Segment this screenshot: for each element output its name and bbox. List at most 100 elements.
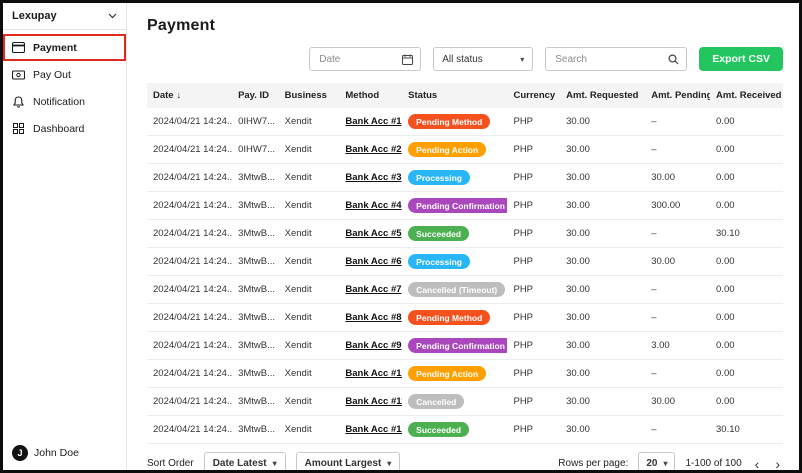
amt-received-cell: 0.00 — [710, 275, 783, 304]
filter-bar: All status ▾ Export CSV — [147, 47, 783, 71]
pagination-range: 1-100 of 100 — [685, 458, 742, 469]
sort-date-select[interactable]: Date Latest ▾ — [203, 452, 286, 470]
method-link[interactable]: Bank Acc #1 — [345, 116, 401, 127]
currency-cell: PHP — [507, 275, 561, 304]
amt-requested-cell: 30.00 — [560, 163, 646, 192]
amt-received-cell: 0.00 — [710, 108, 783, 136]
date-input[interactable] — [317, 52, 397, 66]
method-link[interactable]: Bank Acc #9 — [345, 340, 401, 351]
method-cell: Bank Acc #7 — [339, 275, 403, 304]
status-cell: Processing — [402, 163, 508, 192]
currency-cell: PHP — [507, 415, 561, 444]
sidebar-item-label: Notification — [33, 95, 85, 108]
table-row: 2024/04/21 14:24... 3MtwB... Xendit Bank Ac… — [147, 247, 783, 276]
column-header-method: Method — [339, 83, 403, 108]
method-cell: Bank Acc #2 — [339, 135, 403, 164]
table-row: 2024/04/21 14:24... 3MtwB... Xendit Bank Ac… — [147, 331, 783, 360]
method-link[interactable]: Bank Acc #10 — [345, 368, 402, 379]
sort-amount-select[interactable]: Amount Largest ▾ — [295, 452, 401, 470]
search-icon[interactable] — [668, 53, 679, 65]
business-cell: Xendit — [278, 247, 340, 276]
date-cell: 2024/04/21 14:24... — [147, 191, 233, 220]
column-header-date[interactable]: Date ↓ — [147, 83, 233, 108]
method-link[interactable]: Bank Acc #2 — [345, 144, 401, 155]
method-link[interactable]: Bank Acc #12 — [345, 424, 402, 435]
table-header-row: Date ↓ Pay. ID Business Method Status Cur… — [147, 83, 783, 108]
calendar-icon[interactable] — [402, 54, 414, 65]
table-row: 2024/04/21 14:24... 3MtwB... Xendit Bank Ac… — [147, 219, 783, 248]
column-header-status: Status — [402, 83, 508, 108]
pay-id-cell: 3MtwB... — [232, 191, 279, 220]
amt-pending-cell: – — [645, 303, 711, 332]
status-cell: Cancelled — [402, 387, 508, 416]
pay-id-cell: 3MtwB... — [232, 415, 279, 444]
date-cell: 2024/04/21 14:24... — [147, 331, 233, 360]
status-cell: Pending Action — [402, 359, 508, 388]
currency-cell: PHP — [507, 135, 561, 164]
amt-pending-cell: 300.00 — [645, 191, 711, 220]
sidebar-item-label: Pay Out — [33, 68, 71, 81]
currency-cell: PHP — [507, 191, 561, 220]
main-content: Payment All status ▾ Export CSV — [127, 3, 799, 470]
business-cell: Xendit — [278, 219, 340, 248]
date-filter[interactable] — [309, 47, 422, 71]
caret-down-icon: ▾ — [272, 459, 277, 468]
amt-received-cell: 0.00 — [710, 191, 783, 220]
status-badge: Cancelled (Timeout) — [408, 282, 506, 297]
org-switcher[interactable]: Lexupay — [3, 3, 126, 30]
currency-cell: PHP — [507, 331, 561, 360]
method-link[interactable]: Bank Acc #6 — [345, 256, 401, 267]
amt-received-cell: 0.00 — [710, 163, 783, 192]
rows-per-page-select[interactable]: 20 ▾ — [638, 452, 676, 470]
sidebar-item-pay-out[interactable]: Pay Out — [3, 61, 126, 88]
date-cell: 2024/04/21 14:24... — [147, 359, 233, 388]
previous-page-button[interactable]: ‹ — [752, 457, 763, 471]
credit-card-icon — [12, 41, 25, 54]
status-filter-select[interactable]: All status ▾ — [433, 47, 534, 71]
status-cell: Cancelled (Timeout) — [402, 275, 508, 304]
table-footer: Sort Order Date Latest ▾ Amount Largest … — [147, 444, 783, 471]
method-cell: Bank Acc #3 — [339, 163, 403, 192]
column-header-amt-pending: Amt. Pending — [645, 83, 711, 108]
org-name: Lexupay — [12, 10, 57, 22]
pay-id-cell: 3MtwB... — [232, 331, 279, 360]
amt-requested-cell: 30.00 — [560, 359, 646, 388]
status-badge: Succeeded — [408, 422, 470, 437]
user-profile[interactable]: J John Doe — [3, 436, 126, 470]
amt-received-cell: 0.00 — [710, 247, 783, 276]
export-csv-button[interactable]: Export CSV — [699, 47, 783, 71]
sidebar-item-notification[interactable]: Notification — [3, 88, 126, 115]
method-cell: Bank Acc #11 — [339, 387, 403, 416]
amt-requested-cell: 30.00 — [560, 415, 646, 444]
status-cell: Succeeded — [402, 219, 508, 248]
sidebar-item-payment[interactable]: Payment — [3, 34, 126, 61]
business-cell: Xendit — [278, 387, 340, 416]
amt-pending-cell: – — [645, 135, 711, 164]
page-title: Payment — [147, 17, 216, 34]
status-cell: Succeeded — [402, 415, 508, 444]
pay-id-cell: 3MtwB... — [232, 163, 279, 192]
method-cell: Bank Acc #10 — [339, 359, 403, 388]
date-cell: 2024/04/21 14:24... — [147, 163, 233, 192]
status-cell: Pending Action — [402, 135, 508, 164]
method-link[interactable]: Bank Acc #8 — [345, 312, 401, 323]
search-input[interactable] — [553, 52, 663, 66]
status-badge: Pending Action — [408, 366, 487, 381]
method-link[interactable]: Bank Acc #7 — [345, 284, 401, 295]
search-filter[interactable] — [545, 47, 688, 71]
status-badge: Pending Method — [408, 114, 491, 129]
column-header-amt-requested: Amt. Requested — [560, 83, 646, 108]
status-badge: Cancelled — [408, 394, 465, 409]
method-link[interactable]: Bank Acc #5 — [345, 228, 401, 239]
sidebar-item-dashboard[interactable]: Dashboard — [3, 115, 126, 142]
sidebar-item-label: Payment — [33, 41, 77, 54]
pay-id-cell: 0IHW7... — [232, 108, 279, 136]
method-link[interactable]: Bank Acc #3 — [345, 172, 401, 183]
next-page-button[interactable]: › — [772, 457, 783, 471]
business-cell: Xendit — [278, 331, 340, 360]
amt-requested-cell: 30.00 — [560, 135, 646, 164]
payment-table-body: 2024/04/21 14:24... 0IHW7... Xendit Bank Ac… — [147, 108, 783, 444]
date-cell: 2024/04/21 14:24... — [147, 303, 233, 332]
method-link[interactable]: Bank Acc #11 — [345, 396, 402, 407]
method-link[interactable]: Bank Acc #4 — [345, 200, 401, 211]
